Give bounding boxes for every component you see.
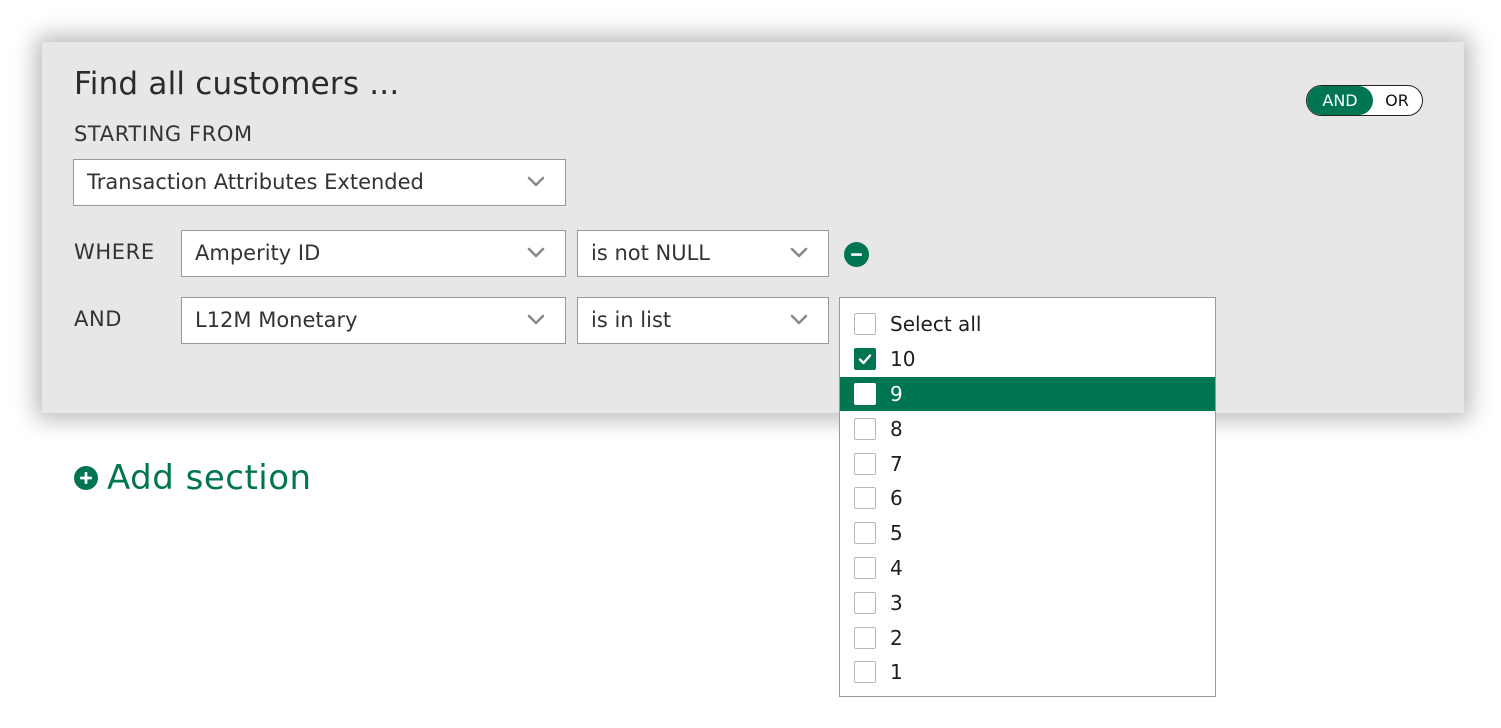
value-list-dropdown[interactable]: Select all 10 9 8 7 6 5 4 3 2 1: [839, 297, 1216, 697]
list-item-label: 10: [890, 347, 916, 372]
list-item[interactable]: 3: [840, 585, 1215, 620]
condition-operator-value: is in list: [591, 308, 672, 332]
checkbox[interactable]: [854, 452, 876, 475]
list-item-label: 2: [890, 625, 903, 650]
list-item[interactable]: 9: [840, 376, 1215, 412]
add-section-label: Add section: [107, 458, 312, 498]
where-label: WHERE: [74, 240, 155, 264]
checkbox[interactable]: [854, 626, 876, 649]
chevron-down-icon: [527, 314, 545, 325]
condition-field-select[interactable]: Amperity ID: [181, 230, 566, 277]
list-item-select-all[interactable]: Select all: [840, 307, 1215, 342]
chevron-down-icon: [527, 247, 545, 258]
condition-field-select[interactable]: L12M Monetary: [181, 297, 566, 344]
starting-from-label: STARTING FROM: [74, 122, 253, 146]
page-title: Find all customers ...: [74, 66, 400, 102]
checkbox[interactable]: [854, 487, 876, 510]
list-item[interactable]: 2: [840, 620, 1215, 655]
condition-field-value: Amperity ID: [195, 241, 321, 265]
list-item[interactable]: 1: [840, 655, 1215, 690]
checkbox[interactable]: [854, 591, 876, 614]
list-item-label: 4: [890, 555, 903, 580]
chevron-down-icon: [527, 176, 545, 187]
and-label: AND: [74, 307, 123, 331]
checkbox[interactable]: [854, 382, 876, 405]
checkbox[interactable]: [854, 417, 876, 440]
and-or-toggle[interactable]: AND OR: [1306, 85, 1423, 116]
list-item-label: 6: [890, 486, 903, 511]
chevron-down-icon: [790, 247, 808, 258]
list-item[interactable]: 10: [840, 342, 1215, 377]
condition-operator-select[interactable]: is not NULL: [577, 230, 829, 277]
checkbox[interactable]: [854, 313, 876, 336]
list-item-label: 7: [890, 451, 903, 476]
list-item[interactable]: 5: [840, 516, 1215, 551]
list-item[interactable]: 6: [840, 481, 1215, 516]
checkbox[interactable]: [854, 661, 876, 684]
checkmark-icon: [858, 354, 872, 365]
page: Find all customers ... STARTING FROM AND…: [0, 0, 1501, 728]
chevron-down-icon: [790, 314, 808, 325]
checkbox[interactable]: [854, 522, 876, 545]
list-item-label: 9: [890, 381, 903, 406]
list-item-label: 3: [890, 590, 903, 615]
list-item[interactable]: 4: [840, 551, 1215, 586]
toggle-and-option[interactable]: AND: [1307, 86, 1373, 115]
checkbox[interactable]: [854, 348, 876, 371]
remove-condition-icon[interactable]: [844, 242, 869, 267]
list-item-label: 1: [890, 660, 903, 685]
plus-circle-icon: [74, 466, 98, 490]
list-item-label: Select all: [890, 312, 982, 337]
condition-operator-value: is not NULL: [591, 241, 710, 265]
add-section-button[interactable]: Add section: [74, 458, 312, 498]
checkbox[interactable]: [854, 556, 876, 579]
condition-field-value: L12M Monetary: [195, 308, 358, 332]
list-item-label: 5: [890, 521, 903, 546]
list-item[interactable]: 7: [840, 446, 1215, 481]
segment-builder-card: Find all customers ... STARTING FROM AND…: [42, 42, 1464, 413]
list-item[interactable]: 8: [840, 411, 1215, 446]
condition-operator-select[interactable]: is in list: [577, 297, 829, 344]
list-item-label: 8: [890, 416, 903, 441]
source-table-select[interactable]: Transaction Attributes Extended: [73, 159, 566, 206]
source-table-value: Transaction Attributes Extended: [87, 170, 424, 194]
toggle-or-option[interactable]: OR: [1373, 86, 1421, 115]
